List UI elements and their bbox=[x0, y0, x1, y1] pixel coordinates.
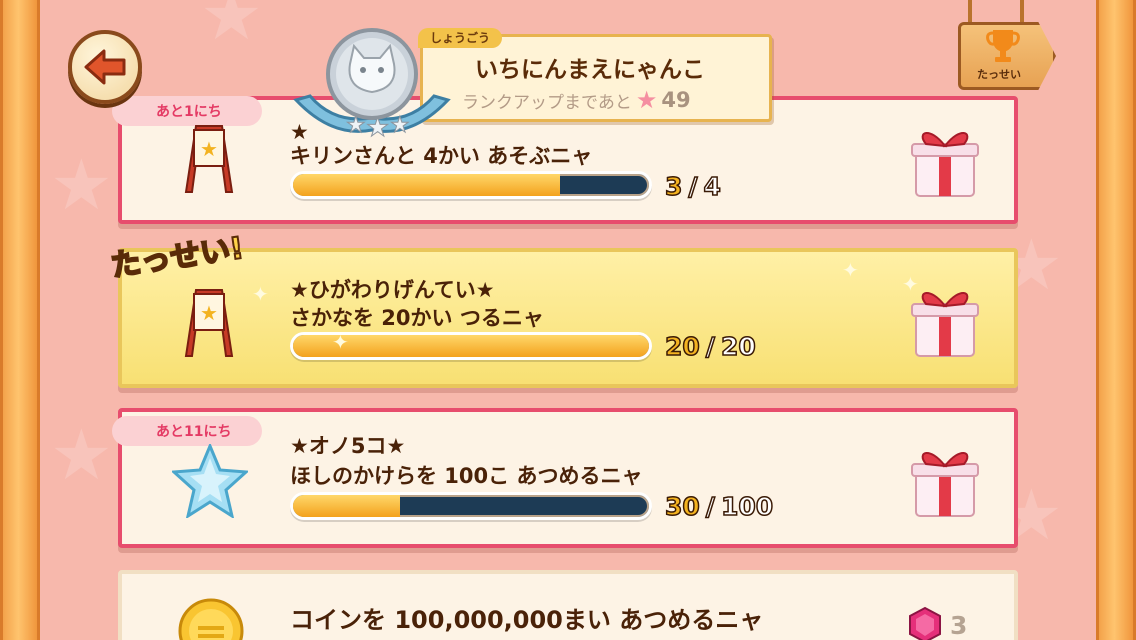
progress-counter: 30 / 100 bbox=[664, 491, 774, 522]
left-frame bbox=[0, 0, 40, 640]
gift-box-icon[interactable] bbox=[910, 282, 980, 358]
progress-counter: 20 / 20 bbox=[664, 331, 756, 362]
progress-bar bbox=[290, 171, 652, 199]
mission-description: キリンさんと 4かい あそぶニャ bbox=[290, 144, 593, 168]
right-frame bbox=[1096, 0, 1136, 640]
back-arrow-icon bbox=[84, 49, 126, 85]
silver-cat-medal-icon: ★ ★ ★ bbox=[293, 28, 451, 144]
counter-current: 3 bbox=[664, 171, 683, 202]
mission-card-4[interactable]: コインを 100,000,000まい あつめるニャ 3 bbox=[118, 570, 1018, 640]
sparkle-icon: ✦ bbox=[252, 282, 269, 306]
progress-bar bbox=[290, 492, 652, 520]
pink-star-icon: ★ bbox=[635, 86, 658, 114]
mission-description: ほしのかけらを 100こ あつめるニャ bbox=[290, 464, 643, 488]
mission-card-2[interactable]: たっせい! ★ ★ひがわりげんてい★ さかなを 20かい つるニャ 20 / 2… bbox=[108, 230, 1018, 388]
rank-next-info: ランクアップまであと ★ 49 bbox=[462, 86, 752, 114]
star-shard-icon bbox=[172, 444, 248, 518]
trophy-icon bbox=[986, 30, 1020, 62]
gift-box-icon[interactable] bbox=[910, 122, 980, 198]
gift-box-icon[interactable] bbox=[910, 442, 980, 518]
counter-total: 20 bbox=[720, 331, 756, 362]
svg-text:★: ★ bbox=[366, 113, 389, 143]
counter-current: 20 bbox=[664, 331, 700, 362]
svg-text:★: ★ bbox=[200, 137, 218, 161]
sign-rope bbox=[968, 0, 972, 24]
counter-current: 30 bbox=[664, 491, 700, 522]
mission-title: ★オノ5コ★ bbox=[290, 434, 406, 458]
counter-separator: / bbox=[688, 171, 699, 202]
progress-fill bbox=[293, 174, 560, 196]
sign-rope bbox=[1020, 0, 1024, 24]
signboard-icon: ★ bbox=[184, 125, 234, 193]
mission-card-3[interactable]: あと11にち ★オノ5コ★ ほしのかけらを 100こ あつめるニャ 30 / 1… bbox=[112, 408, 1018, 548]
timer-tab: あと11にち bbox=[112, 416, 262, 446]
svg-text:★: ★ bbox=[390, 113, 410, 138]
sparkle-icon: ✦ bbox=[902, 272, 919, 296]
rank-next-value: 49 bbox=[661, 88, 691, 112]
progress-fill bbox=[293, 495, 400, 517]
achievements-button[interactable]: たっせい bbox=[958, 0, 1056, 90]
counter-separator: / bbox=[705, 331, 716, 362]
counter-separator: / bbox=[705, 491, 716, 522]
timer-label: あと11にち bbox=[156, 424, 232, 440]
mission-description: さかなを 20かい つるニャ bbox=[290, 306, 544, 330]
coin-icon bbox=[178, 598, 244, 640]
counter-total: 4 bbox=[703, 171, 722, 202]
rank-next-label: ランクアップまであと bbox=[462, 92, 632, 113]
mission-title: ★ひがわりげんてい★ bbox=[290, 278, 495, 302]
progress-counter: 3 / 4 bbox=[664, 171, 722, 202]
rank-name: いちにんまえにゃんこ bbox=[475, 57, 705, 83]
achievements-label: たっせい bbox=[977, 68, 1021, 81]
back-button[interactable] bbox=[68, 30, 142, 104]
gem-reward: 3 bbox=[906, 606, 967, 640]
svg-text:★: ★ bbox=[200, 301, 218, 325]
signboard-icon: ★ bbox=[184, 289, 234, 357]
timer-label: あと1にち bbox=[156, 104, 222, 120]
gem-icon bbox=[909, 606, 941, 640]
counter-total: 100 bbox=[720, 491, 774, 522]
mission-description: コインを 100,000,000まい あつめるニャ bbox=[290, 606, 764, 634]
svg-text:★: ★ bbox=[346, 113, 366, 138]
sparkle-icon: ✦ bbox=[332, 330, 349, 354]
gem-count: 3 bbox=[950, 610, 968, 640]
sparkle-icon: ✦ bbox=[842, 258, 859, 282]
